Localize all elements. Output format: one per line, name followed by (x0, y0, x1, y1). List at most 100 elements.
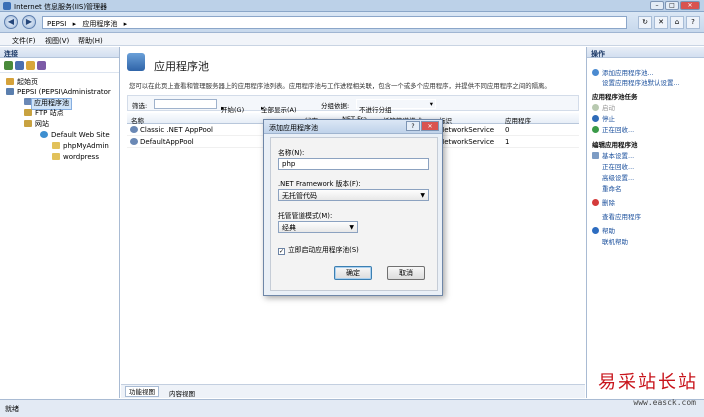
action-basic-settings[interactable]: 基本设置... (592, 150, 634, 160)
section-app-pool-tasks: 应用程序池任务 (592, 93, 638, 101)
app-pool-icon (130, 138, 138, 145)
action-start: 启动 (592, 102, 615, 112)
actions-title: 操作 (587, 47, 704, 58)
tree-app-pools[interactable]: 应用程序池 (24, 98, 72, 110)
framework-select[interactable]: 无托管代码 ▼ (278, 189, 429, 201)
tree-phpmyadmin[interactable]: phpMyAdmin (52, 142, 109, 151)
close-button[interactable]: ✕ (680, 1, 700, 10)
tree-default-web-site[interactable]: Default Web Site (40, 131, 110, 140)
autostart-checkbox[interactable]: ✓ 立即启动应用程序池(S) (278, 244, 359, 255)
add-icon (592, 69, 599, 76)
checkmark-icon: ✓ (278, 248, 285, 255)
cancel-button[interactable]: 取消 (387, 266, 425, 280)
dialog-titlebar: 添加应用程序池 ? ✕ (264, 120, 442, 134)
folder-icon (52, 153, 60, 160)
status-text: 就绪 (5, 405, 19, 413)
add-app-pool-dialog: 添加应用程序池 ? ✕ 名称(N): php .NET Framework 版本… (263, 119, 443, 296)
action-help[interactable]: 帮助 (592, 225, 615, 235)
action-recycle[interactable]: 正在回收... (592, 124, 634, 134)
settings-icon (592, 152, 599, 159)
action-online-help[interactable]: 联机帮助 (602, 236, 628, 246)
iis-app-icon (3, 2, 11, 10)
address-segment[interactable]: PEPSI (47, 20, 66, 28)
chevron-down-icon: ▾ (429, 100, 433, 108)
dialog-help-button[interactable]: ? (406, 121, 420, 131)
section-edit-app-pool: 编辑应用程序池 (592, 141, 638, 149)
menu-view[interactable]: 视图(V) (45, 36, 69, 46)
folder-icon (52, 142, 60, 149)
address-segment[interactable]: 应用程序池 (82, 20, 117, 28)
action-delete[interactable]: 删除 (592, 197, 615, 207)
watermark-url: www.easck.com (633, 398, 696, 407)
refresh-icon[interactable]: ↻ (638, 16, 652, 29)
address-field[interactable]: PEPSI ▸ 应用程序池 ▸ (42, 16, 627, 29)
page-title: 应用程序池 (154, 60, 209, 73)
app-pool-large-icon (127, 53, 145, 71)
app-pool-icon (130, 126, 138, 133)
address-bar: ◀ ▶ PEPSI ▸ 应用程序池 ▸ ↻ ✕ ⌂ ? (0, 12, 704, 33)
tree-start-page[interactable]: 起始页 (6, 78, 38, 87)
dialog-title: 添加应用程序池 (269, 124, 318, 132)
tree-ftp-sites[interactable]: FTP 站点 (24, 109, 64, 118)
sites-folder-icon (24, 120, 32, 127)
actions-pane: 操作 添加应用程序池... 设置应用程序池默认设置... 应用程序池任务 启动 … (586, 47, 704, 398)
back-icon[interactable]: ◀ (4, 15, 18, 29)
address-separator: ▸ (72, 20, 77, 28)
ok-button[interactable]: 确定 (334, 266, 372, 280)
menu-bar: 文件(F) 视图(V) 帮助(H) (0, 33, 704, 46)
ftp-icon (24, 109, 32, 116)
dialog-close-button[interactable]: ✕ (421, 121, 439, 131)
filter-input[interactable] (154, 99, 217, 109)
dialog-body: 名称(N): php .NET Framework 版本(F): 无托管代码 ▼ … (270, 137, 438, 291)
name-input[interactable]: php (278, 158, 429, 170)
recycle-icon (592, 126, 599, 133)
connections-pane: 连接 起始页 PEPSI (PEPSI\Administrator 应用程序池 … (0, 47, 120, 398)
row-apps: 0 (505, 126, 510, 134)
row-name: Classic .NET AppPool (140, 126, 213, 134)
tree-wordpress[interactable]: wordpress (52, 153, 99, 162)
server-icon (6, 88, 14, 95)
chevron-down-icon: ▼ (349, 224, 354, 231)
minimize-button[interactable]: – (650, 1, 664, 10)
window-title: Internet 信息服务(IIS)管理器 (14, 3, 108, 11)
disconnect-icon[interactable] (37, 61, 46, 70)
group-by-label: 分组依据: (321, 102, 350, 110)
menu-help[interactable]: 帮助(H) (78, 36, 103, 46)
action-view-applications[interactable]: 查看应用程序 (602, 211, 641, 221)
address-separator: ▸ (123, 20, 128, 28)
start-icon (592, 104, 599, 111)
tree-sites[interactable]: 网站 (24, 120, 49, 129)
window-titlebar: Internet 信息服务(IIS)管理器 – □ ✕ (0, 0, 704, 12)
action-set-defaults[interactable]: 设置应用程序池默认设置... (602, 77, 680, 87)
stop-icon[interactable]: ✕ (654, 16, 668, 29)
chevron-down-icon: ▼ (420, 192, 425, 199)
connect-icon[interactable] (4, 61, 13, 70)
save-icon[interactable] (15, 61, 24, 70)
menu-file[interactable]: 文件(F) (12, 36, 36, 46)
action-advanced-settings[interactable]: 高级设置... (602, 172, 634, 182)
action-add-app-pool[interactable]: 添加应用程序池... (592, 67, 654, 77)
action-recycling[interactable]: 正在回收... (602, 161, 634, 171)
stop-icon (592, 115, 599, 122)
maximize-button[interactable]: □ (665, 1, 679, 10)
row-apps: 1 (505, 138, 510, 146)
tree-server[interactable]: PEPSI (PEPSI\Administrator (6, 88, 111, 97)
tab-features-view[interactable]: 功能视图 (125, 386, 159, 397)
filter-bar: 筛选: ▸ 开始(G) ▸ 全部显示(A) 分组依据: 不进行分组 ▾ (127, 95, 579, 114)
help-icon (592, 227, 599, 234)
action-rename[interactable]: 重命名 (602, 183, 622, 193)
home-icon[interactable]: ⌂ (670, 16, 684, 29)
action-stop[interactable]: 停止 (592, 113, 615, 123)
start-page-icon (6, 78, 14, 85)
help-icon[interactable]: ? (686, 16, 700, 29)
page-description: 您可以在此页上查看和管理服务器上的应用程序池列表。应用程序池与工作进程相关联，包… (129, 82, 551, 90)
pipeline-select[interactable]: 经典 ▼ (278, 221, 358, 233)
name-label: 名称(N): (278, 149, 305, 157)
row-identity: NetworkService (439, 138, 495, 146)
status-bar: 就绪 (0, 399, 704, 417)
forward-icon[interactable]: ▶ (22, 15, 36, 29)
tab-content-view[interactable]: 内容视图 (169, 388, 195, 398)
folder-icon[interactable] (26, 61, 35, 70)
group-by-select[interactable]: 不进行分组 ▾ (356, 99, 436, 114)
watermark-logo: 易采站长站 (598, 372, 698, 393)
